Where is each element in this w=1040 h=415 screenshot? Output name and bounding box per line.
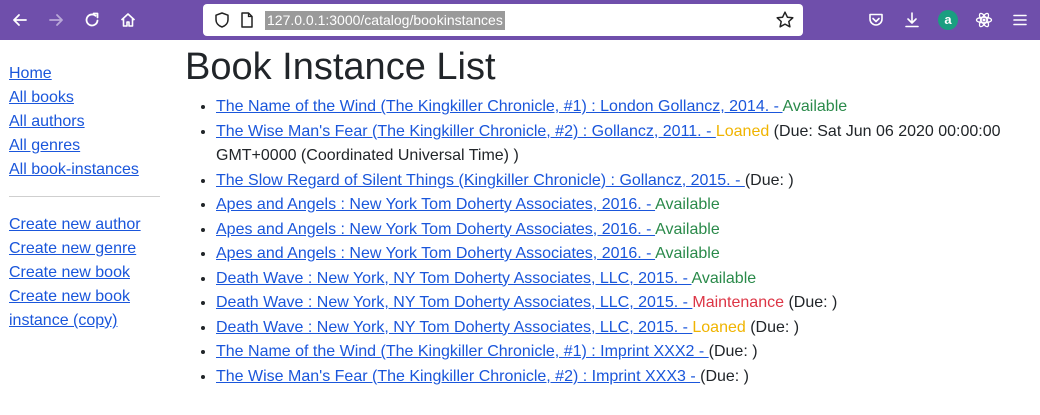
status-available: Available	[655, 245, 720, 262]
page-icon	[241, 12, 253, 28]
sidebar-link-home[interactable]: Home	[9, 62, 161, 86]
shield-icon[interactable]	[213, 11, 231, 29]
sidebar-link-all-authors[interactable]: All authors	[9, 110, 161, 134]
status-available: Available	[655, 220, 720, 238]
sidebar-nav: Home All books All authors All genres Al…	[9, 62, 161, 333]
sidebar-link-create-author[interactable]: Create new author	[9, 213, 161, 237]
sidebar-link-all-books[interactable]: All books	[9, 86, 161, 110]
list-item: Death Wave : New York, NY Tom Doherty As…	[216, 291, 1025, 316]
browser-toolbar: 127.0.0.1:3000/catalog/bookinstances a	[0, 0, 1040, 40]
sidebar-link-all-book-instances[interactable]: All book-instances	[9, 158, 161, 182]
list-item: Death Wave : New York, NY Tom Doherty As…	[216, 316, 1025, 341]
download-icon[interactable]	[898, 6, 926, 34]
reload-icon[interactable]	[78, 6, 106, 34]
book-instance-link[interactable]: Apes and Angels : New York Tom Doherty A…	[216, 221, 655, 238]
sidebar-link-create-book[interactable]: Create new book	[9, 261, 161, 285]
forward-icon[interactable]	[42, 6, 70, 34]
menu-icon[interactable]	[1006, 6, 1034, 34]
list-item: The Name of the Wind (The Kingkiller Chr…	[216, 95, 1025, 120]
sidebar-link-all-genres[interactable]: All genres	[9, 134, 161, 158]
status-available: Available	[655, 196, 720, 213]
url-text[interactable]: 127.0.0.1:3000/catalog/bookinstances	[265, 11, 505, 30]
address-bar[interactable]: 127.0.0.1:3000/catalog/bookinstances	[203, 4, 803, 36]
list-item: The Slow Regard of Silent Things (Kingki…	[216, 169, 1025, 194]
due-date: (Due: )	[708, 343, 758, 360]
main-content: Book Instance List The Name of the Wind …	[185, 44, 1025, 389]
book-instance-link[interactable]: The Name of the Wind (The Kingkiller Chr…	[216, 343, 709, 360]
extension-a-icon[interactable]: a	[938, 10, 958, 30]
sidebar-divider	[9, 196, 160, 197]
list-item: The Wise Man's Fear (The Kingkiller Chro…	[216, 365, 1025, 390]
book-instance-link[interactable]: The Wise Man's Fear (The Kingkiller Chro…	[216, 123, 716, 140]
back-icon[interactable]	[6, 6, 34, 34]
status-loaned: Loaned	[715, 122, 770, 140]
pocket-icon[interactable]	[862, 6, 890, 34]
book-instance-link[interactable]: Death Wave : New York, NY Tom Doherty As…	[216, 319, 692, 336]
list-item: The Wise Man's Fear (The Kingkiller Chro…	[216, 120, 1025, 169]
sidebar-link-create-book-instance-cont[interactable]: instance (copy)	[9, 309, 161, 333]
due-date: (Due: )	[744, 171, 794, 189]
due-date: (Due: )	[784, 294, 838, 311]
book-instance-link[interactable]: The Wise Man's Fear (The Kingkiller Chro…	[216, 368, 700, 385]
book-instance-link[interactable]: Apes and Angels : New York Tom Doherty A…	[216, 245, 655, 262]
book-instance-link[interactable]: The Slow Regard of Silent Things (Kingki…	[216, 172, 745, 189]
sidebar-link-create-genre[interactable]: Create new genre	[9, 237, 161, 261]
list-item: Death Wave : New York, NY Tom Doherty As…	[216, 267, 1025, 292]
bookmark-star-icon[interactable]	[775, 10, 795, 30]
book-instance-link[interactable]: Apes and Angels : New York Tom Doherty A…	[216, 196, 655, 213]
book-instance-link[interactable]: The Name of the Wind (The Kingkiller Chr…	[216, 98, 783, 115]
list-item: Apes and Angels : New York Tom Doherty A…	[216, 193, 1025, 218]
due-date: (Due: )	[700, 367, 750, 385]
status-loaned: Loaned	[692, 318, 746, 336]
list-item: Apes and Angels : New York Tom Doherty A…	[216, 218, 1025, 243]
book-instance-link[interactable]: Death Wave : New York, NY Tom Doherty As…	[216, 294, 692, 311]
home-icon[interactable]	[114, 6, 142, 34]
list-item: Apes and Angels : New York Tom Doherty A…	[216, 242, 1025, 267]
due-date: (Due: )	[745, 318, 800, 336]
status-maintenance: Maintenance	[692, 294, 784, 311]
status-available: Available	[691, 269, 757, 287]
sidebar-link-create-book-instance[interactable]: Create new book	[9, 285, 161, 309]
book-instance-link[interactable]: Death Wave : New York, NY Tom Doherty As…	[216, 270, 692, 287]
status-available: Available	[782, 98, 848, 115]
book-instance-list: The Name of the Wind (The Kingkiller Chr…	[185, 95, 1025, 389]
react-devtools-icon[interactable]	[970, 6, 998, 34]
list-item: The Name of the Wind (The Kingkiller Chr…	[216, 340, 1025, 365]
page-title: Book Instance List	[185, 46, 496, 88]
